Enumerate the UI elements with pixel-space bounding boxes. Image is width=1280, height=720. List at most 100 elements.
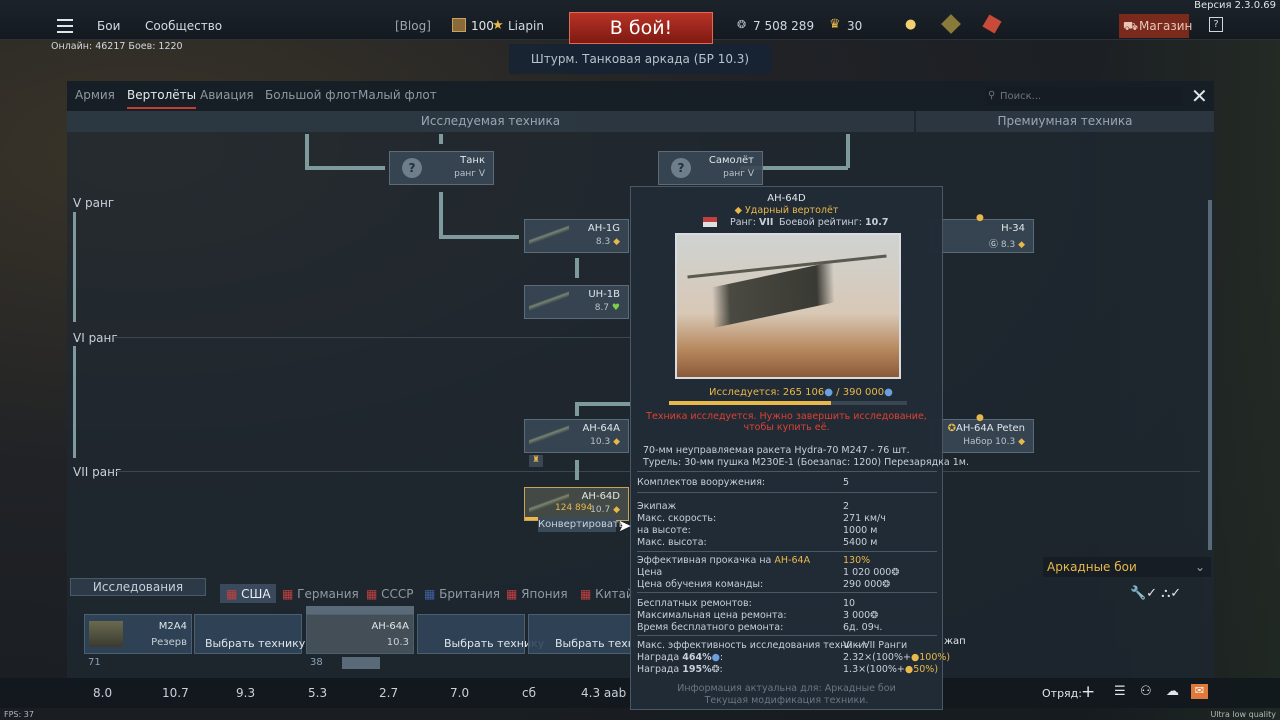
country-usa[interactable]: ▦ США	[226, 587, 271, 603]
friends-icon[interactable]: ⚇	[1140, 684, 1152, 699]
vehicle-image	[675, 233, 901, 379]
tab-army[interactable]: Армия	[75, 88, 115, 102]
flag-britain-icon: ▦	[424, 587, 436, 601]
nav-blog[interactable]: [Blog]	[395, 19, 431, 33]
crew-number: 38	[310, 657, 323, 668]
header-premium: Премиумная техника	[916, 111, 1214, 132]
cart-icon: ⛟	[1123, 19, 1139, 33]
shop-button[interactable]: ⛟ Магазин	[1119, 14, 1192, 38]
lightbulb-icon[interactable]: ●	[905, 17, 916, 32]
flag-ussr-icon: ▦	[366, 587, 378, 601]
game-mode-selector[interactable]: Штурм. Танковая аркада (БР 10.3)	[509, 44, 771, 74]
golden-eagles-icon: ♛	[829, 17, 841, 32]
search-icon: ⚲	[988, 90, 996, 101]
br-value[interactable]: 7.0	[450, 686, 469, 700]
header-researched: Исследуемая техника	[67, 111, 914, 132]
tab-aviation[interactable]: Авиация	[200, 88, 254, 102]
br-value[interactable]: 4.3 aab	[581, 686, 626, 700]
armament-line: Турель: 30-мм пушка M230E-1 (Боезапас: 1…	[643, 457, 969, 468]
tooltip-title: AH-64D	[767, 193, 806, 204]
search-input[interactable]: Поиск...	[986, 87, 1182, 106]
armament-line: 70-мм неуправляемая ракета Hydra-70 M247…	[643, 445, 910, 456]
flag-japan-icon: ▦	[506, 587, 518, 601]
rank-label-vi: VI ранг	[73, 331, 118, 345]
tab-bluewater[interactable]: Большой флот	[265, 88, 358, 102]
research-toggle-button[interactable]: Исследования	[70, 578, 206, 596]
crew-slot-active[interactable]: AH-64A 10.3	[306, 614, 414, 654]
br-value[interactable]: 5.3	[308, 686, 327, 700]
gold-balance: 30	[847, 19, 863, 33]
crew-slot-empty[interactable]: Выбрать технику	[194, 614, 305, 654]
vehicle-type: ◆ Ударный вертолёт	[734, 205, 839, 216]
modification-icon[interactable]: ♜	[529, 455, 543, 467]
flag-germany-icon: ▦	[282, 587, 294, 601]
tree-scrollbar[interactable]	[1208, 200, 1212, 550]
crew-slot-empty[interactable]: Выбрать технику	[528, 614, 655, 654]
flag-usa-icon	[703, 217, 717, 227]
card-ah-64a-peten[interactable]: ✪AH-64A Peten Набор 10.3 ◆	[930, 419, 1034, 453]
flag-china-icon: ▦	[580, 587, 592, 601]
card-ah-64d[interactable]: 124 894 AH-64D 10.7 ◆	[524, 487, 629, 521]
country-ussr[interactable]: ▦ СССР	[366, 587, 414, 603]
tab-coastal[interactable]: Малый флот	[358, 88, 437, 102]
br-value[interactable]: 10.7	[162, 686, 189, 700]
player-name[interactable]: Liapin	[508, 19, 544, 33]
list-icon[interactable]: ☰	[1114, 684, 1126, 699]
star-icon: ★	[492, 18, 504, 33]
menu-icon[interactable]	[57, 19, 73, 33]
squad-label: Отряд:	[1042, 687, 1082, 700]
rank-info: Ранг: VII	[730, 217, 774, 228]
cursor-icon: ➤	[618, 516, 632, 535]
country-britain[interactable]: ▦ Британия	[424, 587, 500, 603]
br-value[interactable]: сб	[522, 686, 536, 700]
br-value[interactable]: 2.7	[379, 686, 398, 700]
rank-label-v: V ранг	[73, 196, 115, 210]
card-plane-link[interactable]: ? Самолёт ранг V	[658, 151, 763, 185]
question-icon: ?	[671, 158, 691, 178]
country-china[interactable]: ▦ Китай	[580, 587, 634, 603]
card-ah-1g[interactable]: AH-1G 8.3 ◆	[524, 219, 629, 253]
nav-community[interactable]: Сообщество	[145, 19, 222, 33]
research-status: Исследуется: 265 106● / 390 000●	[709, 387, 893, 398]
online-counter: Онлайн: 46217 Боев: 1220	[51, 41, 183, 52]
country-germany[interactable]: ▦ Германия	[282, 587, 359, 603]
coupon-icon[interactable]	[982, 14, 1002, 34]
avatar[interactable]	[452, 18, 466, 32]
tab-helicopters[interactable]: Вертолёты	[127, 88, 197, 109]
premium-icon: ●	[976, 413, 984, 423]
card-uh-1b[interactable]: UH-1B 8.7 ♥	[524, 285, 629, 319]
research-bar	[669, 401, 907, 405]
crew-slot[interactable]: M2A4 Резерв	[84, 614, 192, 654]
add-icon[interactable]: +	[1081, 682, 1095, 702]
br-value[interactable]: 9.3	[236, 686, 255, 700]
quality-label: Ultra low quality	[1210, 710, 1276, 719]
close-icon[interactable]: ✕	[1191, 84, 1208, 108]
nav-battles[interactable]: Бои	[97, 19, 120, 33]
br-value[interactable]: 8.0	[93, 686, 112, 700]
question-icon: ?	[402, 158, 422, 178]
silver-lions-icon: ❂	[737, 18, 747, 31]
card-h-34[interactable]: H-34 Ⓖ 8.3 ◆	[930, 219, 1034, 253]
research-progress: 124 894	[555, 503, 593, 513]
version-label: Версия 2.3.0.69	[1194, 0, 1276, 11]
crew-slot-empty[interactable]: Выбрать технику	[417, 614, 544, 654]
card-tank-link[interactable]: ? Танк ранг V	[389, 151, 494, 185]
swap-icon[interactable]	[342, 657, 380, 669]
convert-button[interactable]: Конвертировать	[538, 517, 625, 532]
chat-icon[interactable]: ☁	[1166, 684, 1179, 699]
player-level: 100	[471, 19, 494, 33]
card-ah-64a[interactable]: AH-64A 10.3 ◆	[524, 419, 629, 453]
fps-counter: FPS: 37	[4, 710, 34, 719]
helicopter-icon	[529, 224, 569, 248]
filter-icons[interactable]: 🔧✓ ⛬✓	[1130, 586, 1181, 601]
tank-icon	[89, 621, 123, 647]
flag-usa-icon: ▦	[226, 587, 238, 601]
rank-label-vii: VII ранг	[73, 465, 122, 479]
mode-dropdown[interactable]: Аркадные бои ⌄	[1043, 557, 1211, 577]
help-icon[interactable]: ?	[1209, 17, 1223, 32]
reward-icon[interactable]	[941, 14, 961, 34]
to-battle-button[interactable]: В бой!	[569, 12, 713, 44]
vehicle-tooltip: AH-64D ◆ Ударный вертолёт Ранг: VII Боев…	[630, 186, 969, 710]
mail-icon[interactable]: ✉	[1191, 684, 1208, 699]
country-japan[interactable]: ▦ Япония	[506, 587, 568, 603]
